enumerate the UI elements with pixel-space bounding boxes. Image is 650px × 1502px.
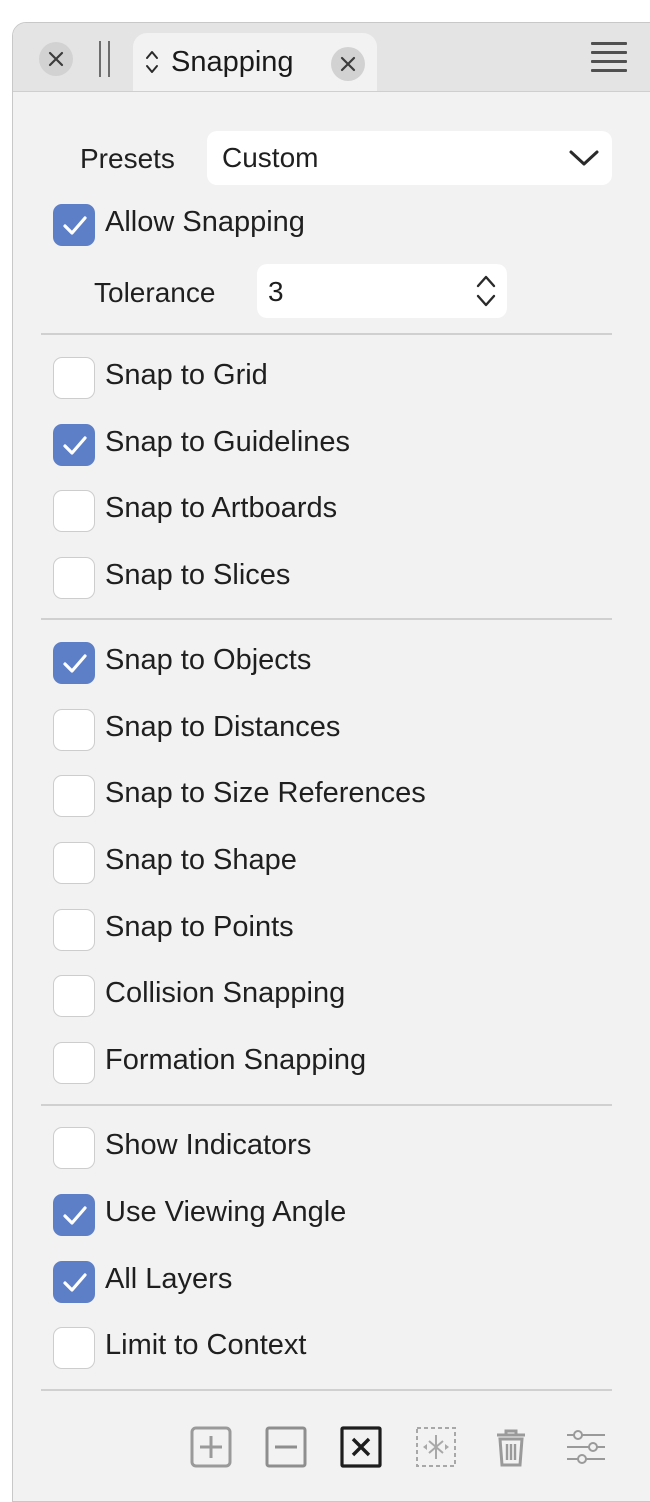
checkmark-icon <box>63 1206 87 1225</box>
presets-value: Custom <box>222 142 319 173</box>
checkmark-icon <box>63 216 87 235</box>
formation-snapping-row[interactable]: Formation Snapping <box>53 1041 613 1085</box>
snap-to-guidelines-label: Snap to Guidelines <box>105 426 351 458</box>
formation-snapping-checkbox[interactable] <box>53 1042 95 1084</box>
snap-to-grid-checkbox[interactable] <box>53 357 95 399</box>
tolerance-field[interactable]: 3 <box>257 264 507 318</box>
presets-label: Presets <box>80 143 175 174</box>
use-viewing-angle-checkbox[interactable] <box>53 1194 95 1236</box>
snap-to-objects-checkbox[interactable] <box>53 642 95 684</box>
collision-snapping-row[interactable]: Collision Snapping <box>53 974 613 1018</box>
panel-grip-handle[interactable] <box>98 41 112 77</box>
use-viewing-angle-label: Use Viewing Angle <box>105 1196 347 1228</box>
snap-to-grid-row[interactable]: Snap to Grid <box>53 356 613 400</box>
chevron-updown-icon <box>146 51 158 73</box>
close-tab-button[interactable] <box>331 47 365 81</box>
collision-snapping-label: Collision Snapping <box>105 977 346 1009</box>
snap-to-slices-row[interactable]: Snap to Slices <box>53 556 613 600</box>
allow-snapping-row[interactable]: Allow Snapping <box>53 203 613 247</box>
snap-to-shape-row[interactable]: Snap to Shape <box>53 841 613 885</box>
snap-to-points-label: Snap to Points <box>105 911 294 943</box>
remove-icon[interactable] <box>264 1425 308 1469</box>
snapping-panel: Snapping Presets Custom Allow Snapping T… <box>12 22 650 1502</box>
snap-to-size-references-checkbox[interactable] <box>53 775 95 817</box>
limit-to-context-checkbox[interactable] <box>53 1327 95 1369</box>
snap-to-size-references-row[interactable]: Snap to Size References <box>53 774 613 818</box>
snap-to-artboards-checkbox[interactable] <box>53 490 95 532</box>
snap-to-distances-checkbox[interactable] <box>53 709 95 751</box>
checkmark-icon <box>63 436 87 455</box>
formation-snapping-label: Formation Snapping <box>105 1044 367 1076</box>
snap-to-slices-checkbox[interactable] <box>53 557 95 599</box>
snap-to-objects-label: Snap to Objects <box>105 644 312 676</box>
tolerance-value: 3 <box>268 276 284 307</box>
snap-to-distances-label: Snap to Distances <box>105 711 341 743</box>
snap-to-grid-label: Snap to Grid <box>105 359 268 391</box>
snap-to-points-row[interactable]: Snap to Points <box>53 908 613 952</box>
tab-snapping[interactable]: Snapping <box>133 33 377 91</box>
limit-to-context-row[interactable]: Limit to Context <box>53 1326 613 1370</box>
show-indicators-label: Show Indicators <box>105 1129 312 1161</box>
center-icon[interactable] <box>414 1425 458 1469</box>
hamburger-menu-icon[interactable] <box>591 42 627 74</box>
presets-dropdown[interactable]: Custom <box>207 131 612 185</box>
close-icon <box>340 56 356 72</box>
snap-to-artboards-row[interactable]: Snap to Artboards <box>53 489 613 533</box>
snap-to-shape-label: Snap to Shape <box>105 844 297 876</box>
tab-bar: Snapping <box>13 23 650 92</box>
checkmark-icon <box>63 1273 87 1292</box>
chevron-down-icon <box>569 150 599 166</box>
snap-to-objects-row[interactable]: Snap to Objects <box>53 641 613 685</box>
stepper-updown-icon[interactable] <box>475 273 497 309</box>
snap-to-guidelines-row[interactable]: Snap to Guidelines <box>53 423 613 467</box>
section-divider <box>41 333 612 335</box>
section-divider <box>41 1104 612 1106</box>
all-layers-row[interactable]: All Layers <box>53 1260 613 1304</box>
allow-snapping-label: Allow Snapping <box>105 206 305 238</box>
all-layers-label: All Layers <box>105 1263 233 1295</box>
clear-icon[interactable] <box>339 1425 383 1469</box>
tab-label: Snapping <box>171 46 294 78</box>
snap-to-artboards-label: Snap to Artboards <box>105 492 338 524</box>
allow-snapping-checkbox[interactable] <box>53 204 95 246</box>
snap-to-points-checkbox[interactable] <box>53 909 95 951</box>
checkmark-icon <box>63 654 87 673</box>
snap-to-slices-label: Snap to Slices <box>105 559 291 591</box>
settings-sliders-icon[interactable] <box>564 1425 608 1469</box>
snap-to-distances-row[interactable]: Snap to Distances <box>53 708 613 752</box>
snap-to-guidelines-checkbox[interactable] <box>53 424 95 466</box>
snap-to-size-references-label: Snap to Size References <box>105 777 426 809</box>
add-icon[interactable] <box>189 1425 233 1469</box>
all-layers-checkbox[interactable] <box>53 1261 95 1303</box>
show-indicators-checkbox[interactable] <box>53 1127 95 1169</box>
section-divider <box>41 618 612 620</box>
section-divider <box>41 1389 612 1391</box>
snap-to-shape-checkbox[interactable] <box>53 842 95 884</box>
collision-snapping-checkbox[interactable] <box>53 975 95 1017</box>
limit-to-context-label: Limit to Context <box>105 1329 307 1361</box>
tolerance-label: Tolerance <box>94 277 216 308</box>
use-viewing-angle-row[interactable]: Use Viewing Angle <box>53 1193 613 1237</box>
close-panel-button[interactable] <box>39 42 73 76</box>
close-icon <box>48 51 64 67</box>
trash-icon[interactable] <box>489 1425 533 1469</box>
show-indicators-row[interactable]: Show Indicators <box>53 1126 613 1170</box>
